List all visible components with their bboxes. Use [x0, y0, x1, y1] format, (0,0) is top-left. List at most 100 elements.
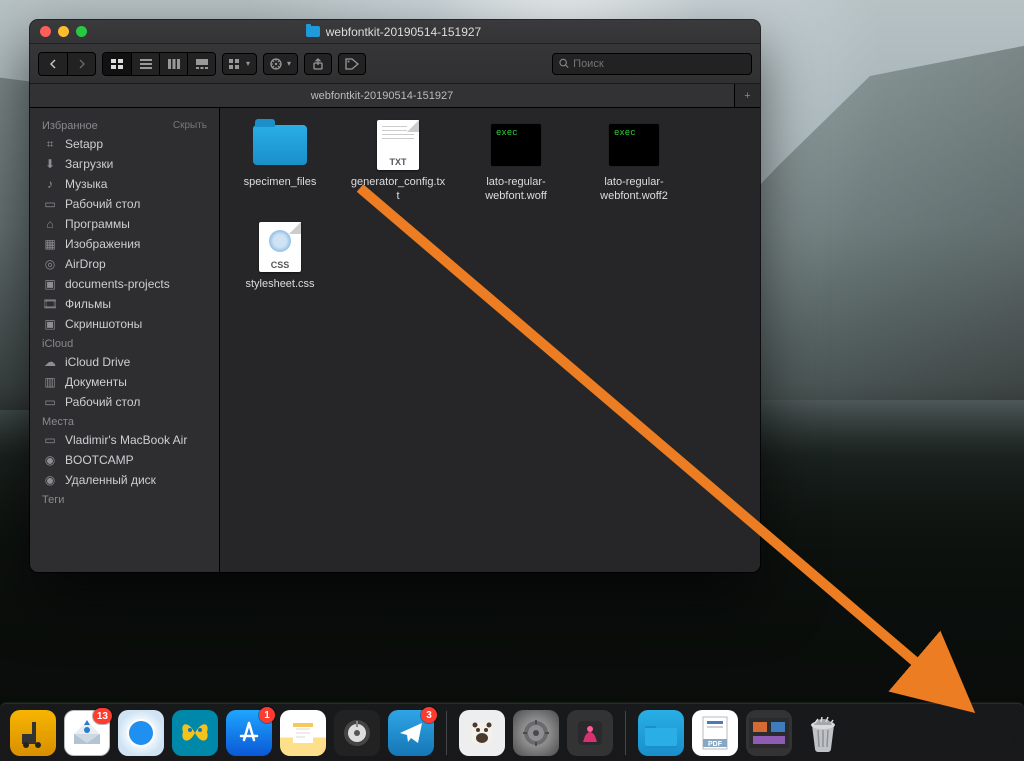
- file-item[interactable]: CSSstylesheet.css: [232, 222, 328, 292]
- view-gallery-button[interactable]: [187, 53, 215, 75]
- sidebar-item[interactable]: ◉Удаленный диск: [30, 470, 219, 490]
- sidebar-item[interactable]: ▣Скриншотоны: [30, 314, 219, 334]
- file-content-area[interactable]: specimen_files TXTgenerator_config.txt exe…: [220, 108, 760, 572]
- dock-item-bear[interactable]: [459, 710, 505, 756]
- sidebar-section-title: Теги: [42, 494, 64, 506]
- view-icons-button[interactable]: [103, 53, 131, 75]
- sidebar-item-label: Рабочий стол: [65, 197, 140, 211]
- desktop-icon: ▭: [42, 197, 58, 211]
- file-name-label: specimen_files: [244, 176, 317, 190]
- dock-separator: [625, 711, 626, 755]
- dock-item-safari[interactable]: [118, 710, 164, 756]
- finder-window: webfontkit-20190514-151927: [30, 20, 760, 572]
- sidebar-item-label: Vladimir's MacBook Air: [65, 433, 187, 447]
- sidebar-item-label: Рабочий стол: [65, 395, 140, 409]
- sidebar-item-label: Скриншотоны: [65, 317, 142, 331]
- back-button[interactable]: [39, 53, 67, 75]
- sidebar-item-label: iCloud Drive: [65, 355, 130, 369]
- sidebar-section-title: Места: [42, 416, 74, 428]
- file-item[interactable]: TXTgenerator_config.txt: [350, 120, 446, 204]
- txt-file-icon: TXT: [368, 120, 428, 170]
- dock-item-mail[interactable]: 13: [64, 710, 110, 756]
- music-icon: ♪: [42, 177, 58, 191]
- sidebar-item[interactable]: ⌗Setapp: [30, 134, 219, 154]
- sidebar-section-title: Избранное: [42, 120, 98, 132]
- desktop-icon: ▭: [42, 395, 58, 409]
- dock-item-logic[interactable]: [334, 710, 380, 756]
- file-item[interactable]: execlato-regular-webfont.woff: [468, 120, 564, 204]
- search-input[interactable]: [573, 58, 745, 70]
- arrange-button[interactable]: ▾: [222, 53, 257, 75]
- badge: 13: [93, 708, 112, 724]
- search-field[interactable]: [552, 53, 752, 75]
- laptop-icon: ▭: [42, 433, 58, 447]
- titlebar[interactable]: webfontkit-20190514-151927: [30, 20, 760, 44]
- badge: 3: [421, 707, 437, 723]
- dock-item-trash[interactable]: [800, 710, 846, 756]
- window-title-text: webfontkit-20190514-151927: [326, 25, 481, 39]
- badge: 1: [259, 707, 275, 723]
- tab-bar: webfontkit-20190514-151927 +: [30, 84, 760, 108]
- sidebar-item-label: Загрузки: [65, 157, 113, 171]
- dock-item-folder[interactable]: [638, 710, 684, 756]
- view-list-button[interactable]: [131, 53, 159, 75]
- sidebar-item[interactable]: ▣documents-projects: [30, 274, 219, 294]
- css-file-icon: CSS: [250, 222, 310, 272]
- sidebar[interactable]: Избранное Скрыть ⌗Setapp ⬇ Загрузки ♪Музыка ▭ Р…: [30, 108, 220, 572]
- grid-icon: ⌗: [42, 137, 58, 151]
- sidebar-hide-button[interactable]: Скрыть: [173, 120, 207, 132]
- file-item[interactable]: specimen_files: [232, 120, 328, 204]
- toolbar: ▾ ▾: [30, 44, 760, 84]
- download-icon: ⬇: [42, 157, 58, 171]
- dock-item-telegram[interactable]: 3: [388, 710, 434, 756]
- zoom-window-button[interactable]: [76, 26, 87, 37]
- sidebar-item[interactable]: ▦ Изображения: [30, 234, 219, 254]
- image-icon: ▦: [42, 237, 58, 251]
- sidebar-item[interactable]: ◎ AirDrop: [30, 254, 219, 274]
- dock-item-forklift[interactable]: [10, 710, 56, 756]
- sidebar-item[interactable]: ☁iCloud Drive: [30, 352, 219, 372]
- sidebar-item-label: Изображения: [65, 237, 140, 251]
- doc-icon: ▥: [42, 375, 58, 389]
- exec-file-icon: exec: [486, 120, 546, 170]
- sidebar-item-label: AirDrop: [65, 257, 106, 271]
- sidebar-item[interactable]: ▥Документы: [30, 372, 219, 392]
- sidebar-item[interactable]: ⌂Программы: [30, 214, 219, 234]
- close-window-button[interactable]: [40, 26, 51, 37]
- dock-item-notes[interactable]: [280, 710, 326, 756]
- view-mode-segmented: [102, 52, 216, 76]
- sidebar-item-label: Удаленный диск: [65, 473, 156, 487]
- dock-tray: 1313PDF: [0, 703, 1024, 761]
- airdrop-icon: ◎: [42, 257, 58, 271]
- sidebar-item[interactable]: ▭ Рабочий стол: [30, 194, 219, 214]
- film-icon: 🎞: [42, 297, 58, 311]
- window-controls: [30, 26, 87, 37]
- tags-button[interactable]: [338, 53, 366, 75]
- dock-item-cleaner[interactable]: [567, 710, 613, 756]
- minimize-window-button[interactable]: [58, 26, 69, 37]
- dock-separator: [446, 711, 447, 755]
- forward-button[interactable]: [67, 53, 95, 75]
- sidebar-item[interactable]: ◉BOOTCAMP: [30, 450, 219, 470]
- dock-item-screenshot[interactable]: [746, 710, 792, 756]
- tab-current[interactable]: webfontkit-20190514-151927: [30, 84, 734, 107]
- dock-item-syspref[interactable]: [513, 710, 559, 756]
- sidebar-item[interactable]: ♪Музыка: [30, 174, 219, 194]
- sidebar-item[interactable]: ⬇ Загрузки: [30, 154, 219, 174]
- sidebar-item[interactable]: 🎞Фильмы: [30, 294, 219, 314]
- view-columns-button[interactable]: [159, 53, 187, 75]
- file-item[interactable]: execlato-regular-webfont.woff2: [586, 120, 682, 204]
- action-menu-button[interactable]: ▾: [263, 53, 298, 75]
- dock-item-pdf[interactable]: PDF: [692, 710, 738, 756]
- chevron-down-icon: ▾: [287, 59, 291, 68]
- folder-icon: ▣: [42, 277, 58, 291]
- share-button[interactable]: [304, 53, 332, 75]
- new-tab-button[interactable]: +: [734, 84, 760, 107]
- sidebar-item[interactable]: ▭ Vladimir's MacBook Air: [30, 430, 219, 450]
- folder-icon: [306, 26, 320, 37]
- sidebar-item[interactable]: ▭ Рабочий стол: [30, 392, 219, 412]
- dock-item-butterfly[interactable]: [172, 710, 218, 756]
- search-icon: [559, 58, 569, 69]
- sidebar-section-header: Теги: [30, 490, 219, 508]
- dock-item-appstore[interactable]: 1: [226, 710, 272, 756]
